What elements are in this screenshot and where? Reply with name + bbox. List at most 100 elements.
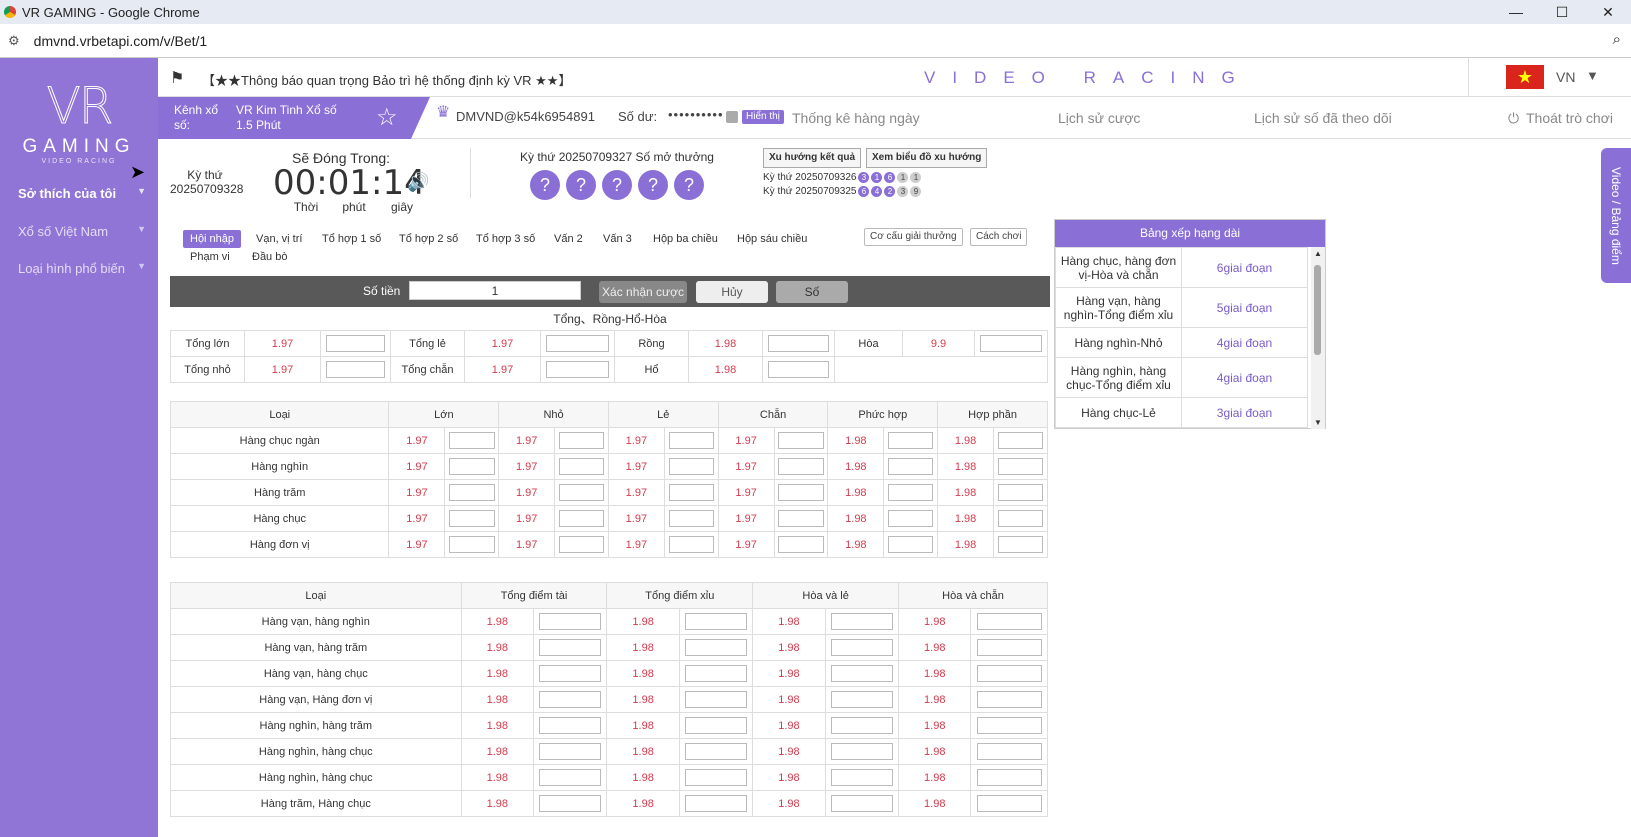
bet-input-cell[interactable] — [444, 531, 500, 558]
ranking-scrollbar[interactable]: ▲ ▼ — [1311, 247, 1325, 429]
tab-van-2[interactable]: Vấn 2 — [554, 233, 583, 245]
bet-input-cell[interactable] — [970, 764, 1048, 791]
bet-input-cell[interactable] — [824, 608, 900, 635]
tab-hop-sau-chieu[interactable]: Hộp sáu chiều — [737, 233, 807, 245]
bet-input[interactable] — [449, 458, 495, 475]
tab-pham-vi[interactable]: Phạm vi — [190, 251, 230, 263]
trend-result-button[interactable]: Xu hướng kết quả — [763, 148, 862, 168]
bet-input-cell[interactable] — [824, 764, 900, 791]
balance-dropdown[interactable] — [726, 111, 738, 123]
bet-input[interactable] — [539, 795, 602, 812]
bet-input-cell[interactable] — [554, 479, 609, 506]
bet-input[interactable] — [976, 769, 1042, 786]
bet-input-cell[interactable] — [993, 531, 1048, 558]
bet-input-cell[interactable] — [532, 764, 608, 791]
bet-input[interactable] — [546, 361, 609, 378]
bet-input-cell[interactable] — [554, 427, 609, 454]
bet-input-cell[interactable] — [970, 608, 1048, 635]
bet-input-cell[interactable] — [773, 531, 829, 558]
bet-input[interactable] — [778, 432, 824, 449]
bet-input-cell[interactable] — [970, 738, 1048, 765]
bet-input[interactable] — [558, 432, 605, 449]
bet-input-cell[interactable] — [663, 453, 719, 480]
bet-input-cell[interactable] — [993, 479, 1048, 506]
bet-input[interactable] — [539, 639, 602, 656]
vr-gaming-logo[interactable]: VR GAMING VIDEO RACING — [18, 80, 140, 166]
bet-input-cell[interactable] — [824, 660, 900, 687]
minimize-icon[interactable]: — — [1493, 0, 1539, 24]
bet-input[interactable] — [778, 510, 824, 527]
bet-input-cell[interactable] — [678, 712, 754, 739]
bet-input[interactable] — [778, 536, 824, 553]
bet-input-cell[interactable] — [678, 790, 754, 817]
tab-hop-ba-chieu[interactable]: Hộp ba chiều — [653, 233, 718, 245]
bet-input-cell[interactable] — [883, 531, 939, 558]
bet-input-cell[interactable] — [554, 505, 609, 532]
bet-input-cell[interactable] — [678, 686, 754, 713]
bet-input[interactable] — [830, 639, 893, 656]
nav-exit-game[interactable]: Thoát trò chơi — [1526, 110, 1613, 126]
scroll-up-icon[interactable]: ▲ — [1314, 249, 1322, 258]
bet-input[interactable] — [539, 717, 602, 734]
bet-input-cell[interactable] — [444, 505, 500, 532]
bet-input[interactable] — [668, 458, 714, 475]
bet-input-cell[interactable] — [444, 479, 500, 506]
bet-input[interactable] — [976, 743, 1042, 760]
bet-input[interactable] — [558, 510, 605, 527]
url-text[interactable]: dmvnd.vrbetapi.com/v/Bet/1 — [34, 33, 208, 49]
tab-to-hop-3[interactable]: Tổ hợp 3 số — [476, 233, 535, 245]
tab-van-3[interactable]: Vấn 3 — [603, 233, 632, 245]
bet-input[interactable] — [830, 613, 893, 630]
address-bar[interactable]: ⚙ dmvnd.vrbetapi.com/v/Bet/1 ⌕ — [0, 24, 1631, 58]
bet-input[interactable] — [449, 432, 495, 449]
bet-input[interactable] — [684, 613, 748, 630]
bet-input[interactable] — [449, 536, 495, 553]
trend-chart-button[interactable]: Xem biểu đồ xu hướng — [866, 148, 988, 168]
bet-input[interactable] — [976, 717, 1042, 734]
bet-input-cell[interactable] — [444, 453, 500, 480]
close-icon[interactable]: ✕ — [1585, 0, 1631, 24]
bet-input-cell[interactable] — [773, 453, 829, 480]
bet-input[interactable] — [778, 458, 824, 475]
bet-input[interactable] — [830, 769, 893, 786]
vietnam-flag-icon[interactable]: ★ — [1506, 65, 1544, 89]
bet-input-cell[interactable] — [532, 686, 608, 713]
bet-input-cell[interactable] — [678, 608, 754, 635]
bet-input-cell[interactable] — [663, 427, 719, 454]
bet-input-cell[interactable] — [554, 453, 609, 480]
bet-input[interactable] — [830, 795, 893, 812]
notice-marquee[interactable]: 【★★Thông báo quan trọng Bảo trì hệ thống… — [202, 70, 571, 89]
bet-input[interactable] — [997, 458, 1044, 475]
power-icon[interactable]: ⏻ — [1508, 110, 1519, 127]
bet-input[interactable] — [539, 665, 602, 682]
bet-input[interactable] — [449, 510, 495, 527]
bet-input-cell[interactable] — [824, 712, 900, 739]
bet-input-cell[interactable] — [678, 738, 754, 765]
bet-input-cell[interactable] — [663, 479, 719, 506]
bet-input[interactable] — [684, 795, 748, 812]
bet-input[interactable] — [668, 536, 714, 553]
bet-input[interactable] — [558, 484, 605, 501]
tab-van-vi-tri[interactable]: Vạn, vị trí — [256, 233, 302, 245]
cancel-button[interactable]: Hủy — [696, 281, 768, 303]
bet-input[interactable] — [830, 665, 893, 682]
bet-input[interactable] — [997, 510, 1044, 527]
nav-bet-history[interactable]: Lịch sử cược — [1058, 110, 1140, 126]
bet-input[interactable] — [767, 335, 830, 352]
show-balance-button[interactable]: Hiển thị — [742, 110, 784, 124]
bet-input-cell[interactable] — [663, 505, 719, 532]
scroll-down-icon[interactable]: ▼ — [1314, 418, 1322, 427]
bet-input-cell[interactable] — [993, 453, 1048, 480]
bet-amount-input[interactable] — [409, 281, 581, 300]
bet-input-cell[interactable] — [532, 634, 608, 661]
bet-input[interactable] — [767, 361, 830, 378]
bet-input[interactable] — [558, 536, 605, 553]
bet-input-cell[interactable] — [824, 738, 900, 765]
nav-daily-stats[interactable]: Thống kê hàng ngày — [792, 110, 920, 126]
bet-input-cell[interactable] — [773, 505, 829, 532]
bet-input[interactable] — [976, 665, 1042, 682]
language-select[interactable]: VN — [1556, 69, 1575, 85]
bet-input-cell[interactable] — [824, 686, 900, 713]
bet-input-cell[interactable] — [678, 764, 754, 791]
bet-input[interactable] — [888, 536, 934, 553]
